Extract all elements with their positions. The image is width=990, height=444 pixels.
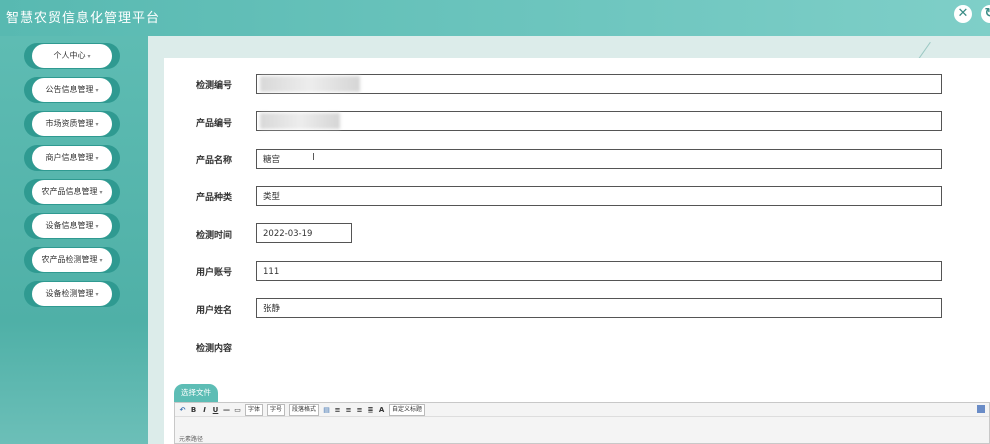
text-cursor-icon: Ⅰ	[312, 152, 315, 163]
label-inspection-no: 检测编号	[196, 81, 233, 91]
italic-button[interactable]: I	[201, 406, 208, 414]
sidebar-menu: 个人中心 ▾ 公告信息管理 ▾ 市场资质管理 ▾ 商户信息管理 ▾ 农产品信息管理 ▾ 设…	[0, 36, 148, 444]
label-user-name: 用户姓名	[196, 306, 233, 316]
align-right-icon[interactable]: ≡	[356, 406, 363, 414]
chevron-down-icon: ▾	[95, 121, 99, 128]
sidebar-item-personal-center[interactable]: 个人中心 ▾	[24, 43, 120, 69]
sidebar-item-notice-management[interactable]: 公告信息管理 ▾	[24, 77, 120, 103]
user-account-input[interactable]: 111	[256, 261, 942, 281]
label-inspection-content: 检测内容	[196, 344, 233, 354]
custom-title-select[interactable]: 自定义标题	[389, 403, 426, 416]
font-color-button[interactable]: A	[378, 406, 385, 414]
app-title: 智慧农贸信息化管理平台	[6, 11, 161, 26]
sidebar-item-product-inspection[interactable]: 农产品检测管理 ▾	[24, 247, 120, 273]
sidebar-item-label: 农产品检测管理	[41, 255, 98, 264]
sidebar-item-label: 设备检测管理	[45, 289, 94, 298]
bold-button[interactable]: B	[190, 406, 197, 414]
chevron-down-icon: ▾	[95, 291, 99, 298]
user-name-input[interactable]: 张静	[256, 298, 942, 318]
undo-icon[interactable]: ↶	[179, 406, 186, 414]
align-left-icon[interactable]: ≡	[334, 406, 341, 414]
label-user-account: 用户账号	[196, 268, 233, 278]
sidebar-item-label: 公告信息管理	[45, 85, 94, 94]
align-justify-icon[interactable]: ≣	[367, 406, 374, 414]
label-product-no: 产品编号	[196, 119, 233, 129]
refresh-icon[interactable]: ↻	[981, 5, 990, 23]
product-type-input[interactable]: 类型	[256, 186, 942, 206]
rich-text-editor[interactable]: ↶ B I U — ▭ 字体 字号 段落格式 ▤ ≡ ≡ ≡ ≣ A 自定义标题…	[174, 402, 990, 444]
underline-button[interactable]: U	[212, 406, 219, 414]
font-family-select[interactable]: 字体	[245, 403, 264, 416]
product-name-input[interactable]: 糖宫	[256, 149, 942, 169]
table-icon[interactable]: ▤	[323, 406, 330, 414]
sidebar-item-label: 农产品信息管理	[41, 187, 98, 196]
sidebar-item-label: 商户信息管理	[45, 153, 94, 162]
product-no-input[interactable]	[256, 111, 942, 131]
chevron-down-icon: ▾	[99, 189, 103, 196]
form-panel: 检测编号 产品编号 产品名称 糖宫 Ⅰ 产品种类 类型 检测时间 2022-03…	[164, 58, 990, 444]
choose-file-button[interactable]: 选择文件	[174, 384, 218, 402]
sidebar-item-merchant-management[interactable]: 商户信息管理 ▾	[24, 145, 120, 171]
sidebar-item-label: 市场资质管理	[45, 119, 94, 128]
chevron-down-icon: ▾	[87, 53, 91, 60]
redacted-blur	[260, 113, 340, 129]
align-center-icon[interactable]: ≡	[345, 406, 352, 414]
editor-toolbar: ↶ B I U — ▭ 字体 字号 段落格式 ▤ ≡ ≡ ≡ ≣ A 自定义标题	[175, 403, 989, 417]
font-size-select[interactable]: 字号	[267, 403, 286, 416]
sidebar-item-label: 个人中心	[53, 51, 86, 60]
sidebar-item-product-management[interactable]: 农产品信息管理 ▾	[24, 179, 120, 205]
sidebar-item-label: 设备信息管理	[45, 221, 94, 230]
inspection-time-input[interactable]: 2022-03-19	[256, 223, 352, 243]
label-product-type: 产品种类	[196, 193, 233, 203]
main-content: 检测编号 产品编号 产品名称 糖宫 Ⅰ 产品种类 类型 检测时间 2022-03…	[148, 36, 990, 444]
paragraph-format-select[interactable]: 段落格式	[289, 403, 320, 416]
label-product-name: 产品名称	[196, 156, 233, 166]
sidebar-item-market-qualification[interactable]: 市场资质管理 ▾	[24, 111, 120, 137]
chevron-down-icon: ▾	[95, 223, 99, 230]
sidebar-item-device-management[interactable]: 设备信息管理 ▾	[24, 213, 120, 239]
chevron-down-icon: ▾	[95, 87, 99, 94]
horizontal-rule-icon[interactable]: —	[223, 406, 230, 414]
redacted-blur	[260, 76, 360, 92]
element-path: 元素路径	[179, 436, 204, 443]
sidebar-item-device-inspection[interactable]: 设备检测管理 ▾	[24, 281, 120, 307]
close-icon[interactable]: ✕	[954, 5, 972, 23]
eraser-icon[interactable]: ▭	[234, 406, 241, 414]
label-inspection-time: 检测时间	[196, 231, 233, 241]
chevron-down-icon: ▾	[95, 155, 99, 162]
chevron-down-icon: ▾	[99, 257, 103, 264]
fullscreen-icon[interactable]	[977, 405, 985, 413]
top-header: 智慧农贸信息化管理平台 ✕ ↻	[0, 0, 990, 36]
